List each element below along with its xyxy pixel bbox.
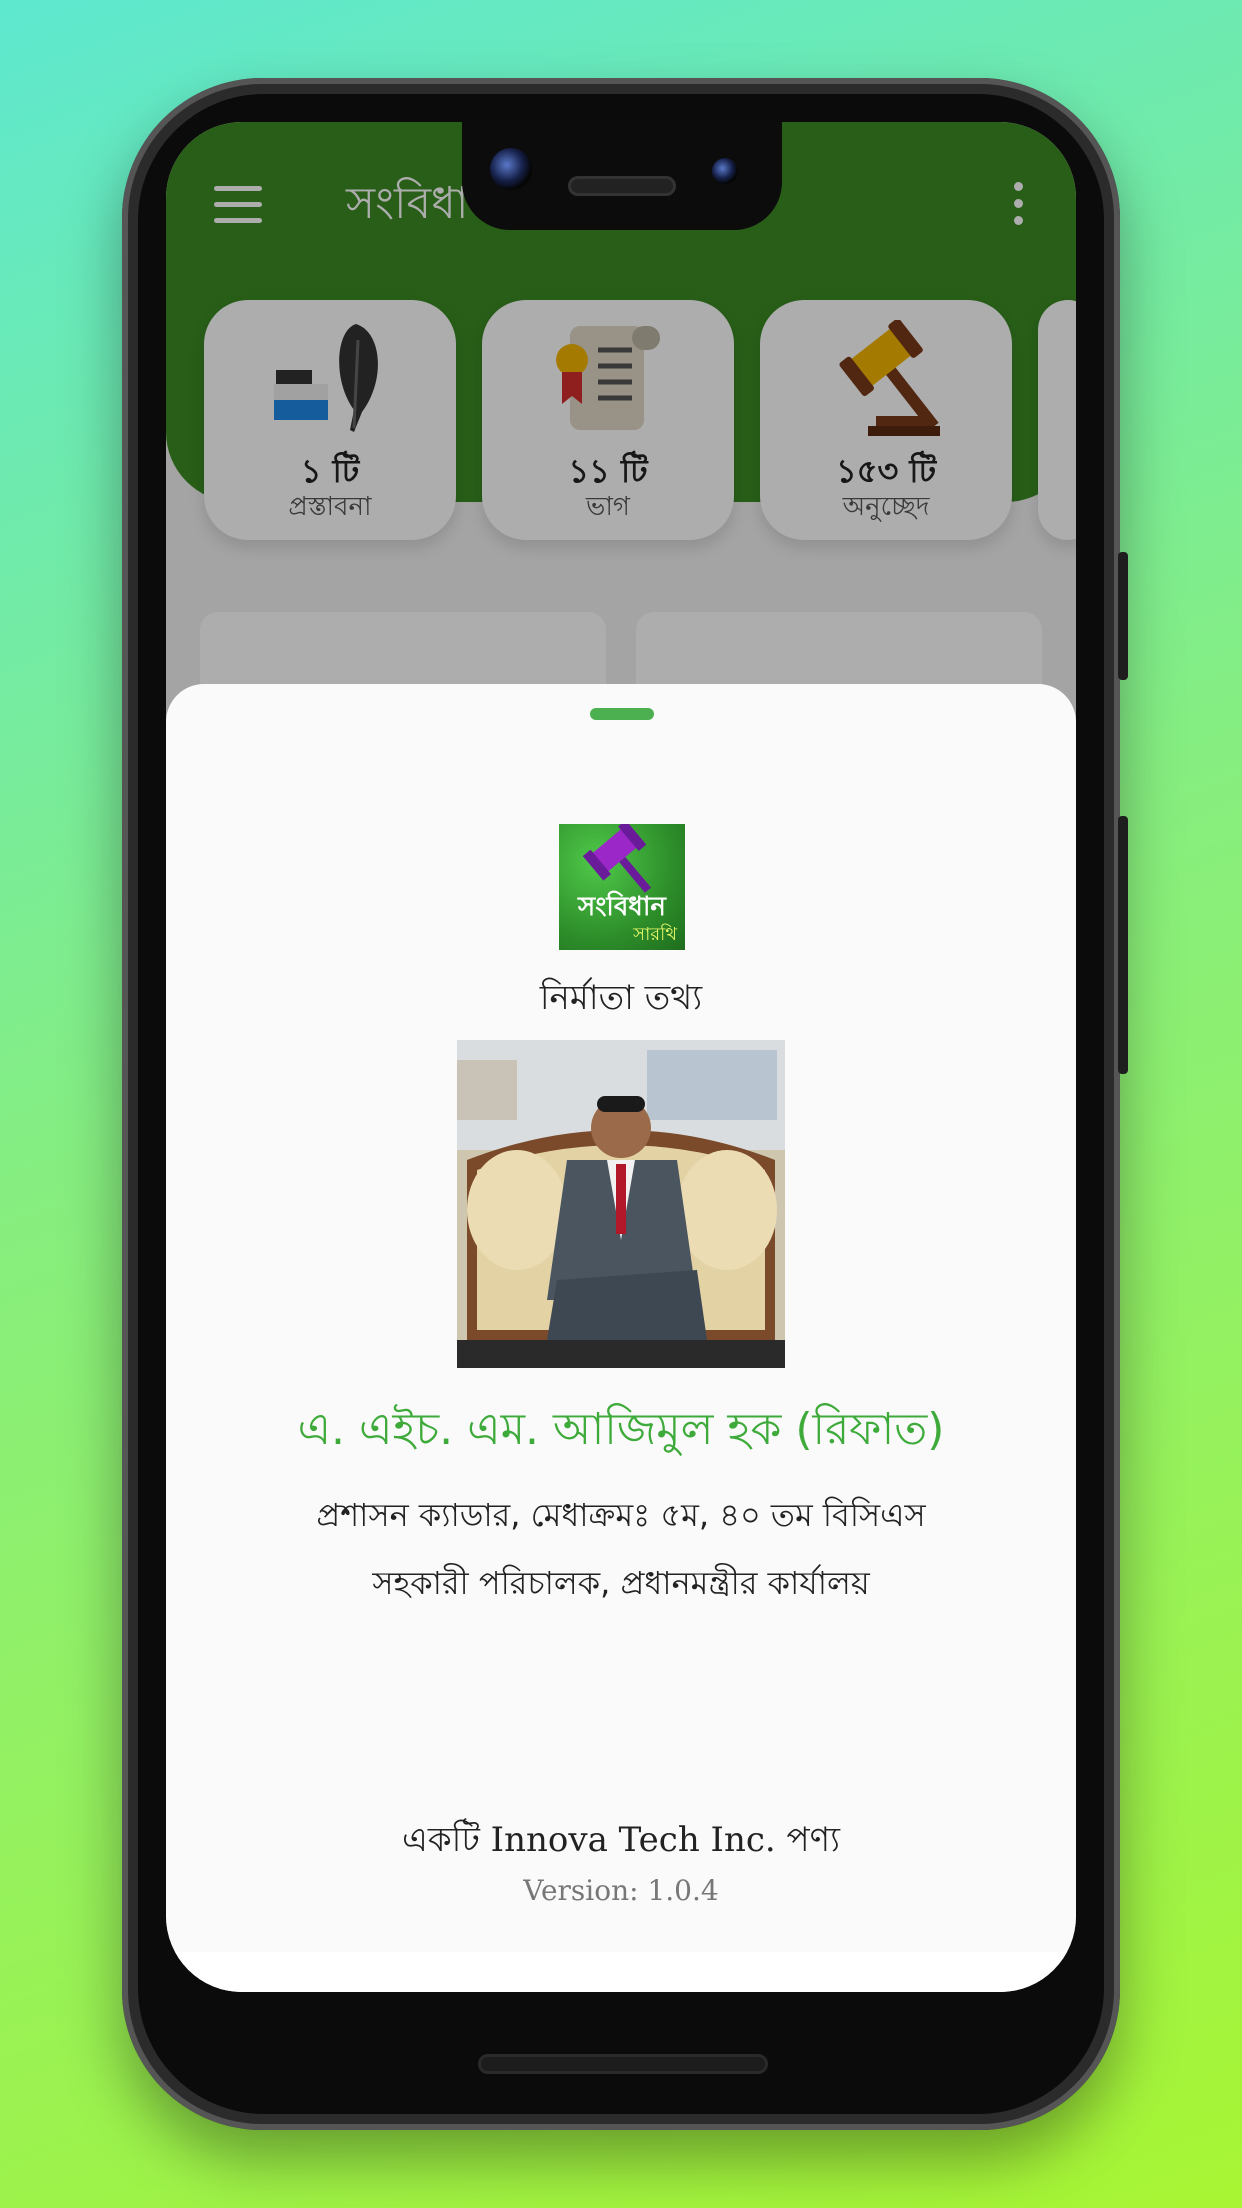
sheet-title: নির্মাতা তথ্য bbox=[539, 978, 703, 1018]
company-credit: একটি Innova Tech Inc. পণ্য bbox=[401, 1820, 841, 1860]
app-version: Version: 1.0.4 bbox=[523, 1874, 719, 1907]
app-logo: সংবিধান সারথি bbox=[559, 824, 685, 950]
developer-name: এ. এইচ. এম. আজিমুল হক (রিফাত) bbox=[297, 1404, 945, 1455]
power-button bbox=[1118, 552, 1128, 680]
home-indicator[interactable] bbox=[478, 2054, 768, 2074]
sensor-icon bbox=[712, 158, 738, 184]
earpiece-speaker bbox=[568, 176, 676, 196]
developer-photo bbox=[457, 1040, 785, 1368]
navigation-bar-strip bbox=[166, 1952, 1076, 1992]
logo-subtext: সারথি bbox=[633, 924, 677, 945]
drag-handle[interactable] bbox=[590, 708, 654, 720]
developer-office: সহকারী পরিচালক, প্রধানমন্ত্রীর কার্যালয় bbox=[372, 1564, 870, 1602]
volume-button bbox=[1118, 816, 1128, 1074]
device-screen: সংবিধা ১ টি প্রস্তাবনা ১১ টি ভাগ ১৫৩ টি … bbox=[166, 122, 1076, 1992]
developer-role: প্রশাসন ক্যাডার, মেধাক্রমঃ ৫ম, ৪০ তম বিস… bbox=[316, 1496, 926, 1534]
developer-info-sheet: সংবিধান সারথি নির্মাতা তথ্য এ. এইচ. এম. … bbox=[166, 684, 1076, 1992]
front-camera-icon bbox=[490, 148, 532, 190]
camera-notch bbox=[462, 122, 782, 230]
